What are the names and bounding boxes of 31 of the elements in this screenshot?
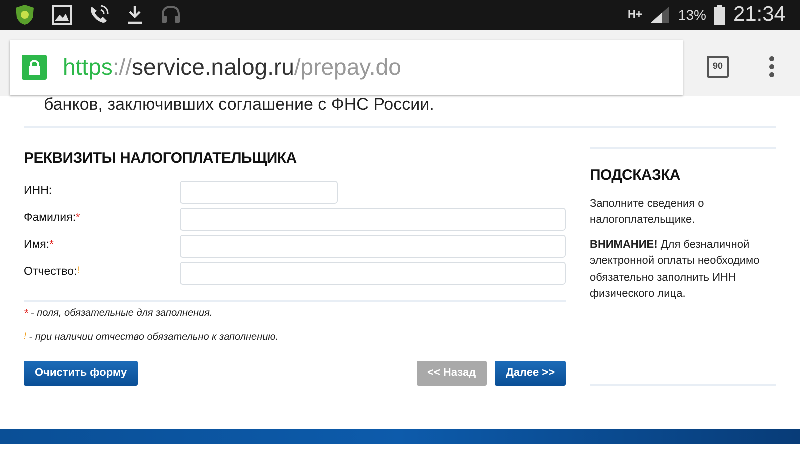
- hint-warning: ВНИМАНИЕ! Для безналичной электронной оплаты необходимо обязательно заполнить ИНН физического лица.: [590, 238, 761, 302]
- network-type: H+: [628, 8, 642, 23]
- hint-text: Заполните сведения о налогоплательщике.: [590, 196, 706, 228]
- input-field[interactable]: [180, 180, 338, 204]
- field-label: Имя:*: [24, 238, 55, 254]
- download-icon: [126, 5, 144, 25]
- input-field[interactable]: [180, 208, 566, 230]
- intro-text: банков, заключивших соглашение с ФНС России.: [43, 96, 436, 114]
- tab-count-button[interactable]: 90: [707, 56, 729, 78]
- input-field[interactable]: [180, 262, 566, 284]
- lock-icon: [22, 55, 47, 80]
- footnote-text: ! - при наличии отчество обязательно к заполнению.: [24, 330, 280, 345]
- shield-icon: [14, 4, 36, 26]
- form-button[interactable]: Далее >>: [495, 361, 566, 386]
- field-label: ИНН:: [24, 184, 54, 200]
- field-label: Фамилия:*: [24, 211, 82, 226]
- menu-icon[interactable]: [769, 56, 775, 78]
- signal-icon: [650, 6, 670, 24]
- clock-time: 21:34: [733, 2, 786, 28]
- headset-icon: [160, 5, 182, 25]
- battery-icon: [714, 5, 726, 25]
- field-label: Отчество:!: [24, 264, 81, 280]
- hint-title: ПОДСКАЗКА: [590, 166, 682, 186]
- input-field[interactable]: [180, 234, 566, 258]
- address-bar[interactable]: https://service.nalog.ru/prepay.do: [10, 40, 683, 95]
- section-title: РЕКВИЗИТЫ НАЛОГОПЛАТЕЛЬЩИКА: [24, 149, 298, 169]
- footnote-text: * - поля, обязательные для заполнения.: [24, 306, 214, 322]
- battery-percent: 13%: [678, 6, 706, 24]
- image-icon: [52, 5, 72, 25]
- phone-icon: [88, 4, 110, 26]
- form-button[interactable]: Очистить форму: [24, 361, 138, 386]
